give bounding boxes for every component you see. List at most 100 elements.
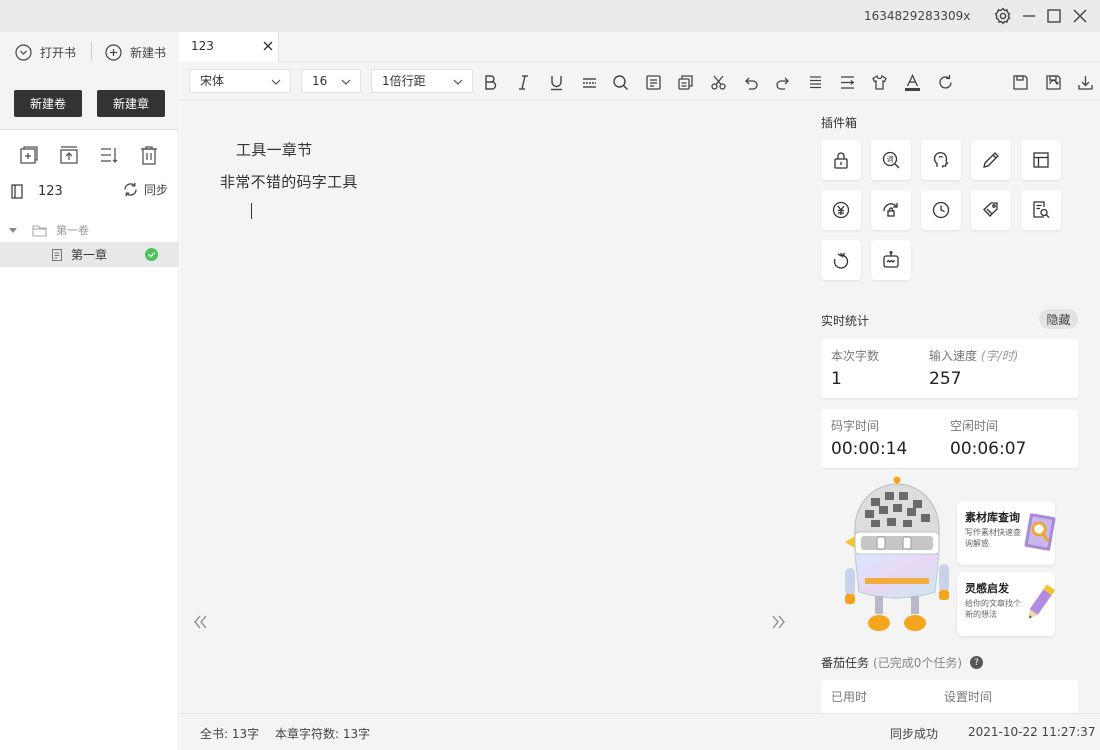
- lock-refresh-icon[interactable]: [871, 190, 911, 230]
- chapter-label: 第一章: [71, 248, 108, 262]
- clock-icon[interactable]: [921, 190, 961, 230]
- font-size-value: 16: [312, 74, 328, 88]
- material-query-card[interactable]: 素材库查询 写作素材快速查询解惑: [957, 501, 1056, 565]
- save-as-icon[interactable]: [1045, 74, 1062, 91]
- chevrons-right-icon[interactable]: [771, 614, 787, 630]
- speed-value: 257: [929, 369, 962, 389]
- typing-time-value: 00:00:14: [831, 439, 908, 459]
- undo-icon[interactable]: [742, 74, 759, 91]
- close-icon[interactable]: [1070, 6, 1090, 26]
- pencil-icon[interactable]: [971, 140, 1011, 180]
- line-spacing-select[interactable]: 1倍行距: [371, 69, 473, 93]
- speed-label: 输入速度 (字/时): [929, 349, 1019, 363]
- inspiration-title: 灵感启发: [965, 582, 1009, 595]
- sidebar: 打开书 新建书 新建卷 新建章 123 同步 第一卷 第一章: [0, 32, 179, 750]
- theme-icon[interactable]: [871, 74, 888, 91]
- folder-icon: [32, 224, 47, 237]
- gear-icon[interactable]: [993, 6, 1013, 26]
- account-id[interactable]: 1634829283309x: [864, 9, 970, 23]
- refresh-icon[interactable]: [937, 74, 954, 91]
- chevrons-left-icon[interactable]: [192, 614, 208, 630]
- line-spacing-value: 1倍行距: [382, 74, 426, 88]
- new-volume-button[interactable]: 新建卷: [14, 90, 82, 117]
- add-chapter-icon[interactable]: [18, 144, 40, 166]
- title-bar: 1634829283309x: [0, 0, 1100, 32]
- tab-123[interactable]: 123: [180, 32, 279, 62]
- italic-icon[interactable]: [515, 74, 532, 91]
- tree-chapter[interactable]: 第一章: [0, 242, 179, 267]
- align-icon[interactable]: [807, 74, 824, 91]
- book-row[interactable]: 123 同步: [0, 180, 179, 204]
- open-book-button[interactable]: 打开书: [15, 43, 76, 61]
- format-icon[interactable]: [645, 74, 662, 91]
- copy-icon[interactable]: [677, 74, 694, 91]
- tab-bar: 123: [180, 32, 1100, 62]
- set-time-label: 设置时间: [944, 690, 993, 704]
- sort-icon[interactable]: [98, 144, 120, 166]
- indent-icon[interactable]: [839, 74, 856, 91]
- word-search-icon[interactable]: 词: [871, 140, 911, 180]
- inspiration-card[interactable]: 灵感启发 给你的文章找个新的想法: [957, 572, 1055, 636]
- chapter-char-count: 本章字符数: 13字: [275, 727, 371, 741]
- doc-search-icon[interactable]: [1021, 190, 1061, 230]
- tab-label: 123: [191, 39, 214, 53]
- lock-icon[interactable]: [821, 140, 861, 180]
- material-query-desc: 写作素材快速查询解惑: [965, 528, 1021, 548]
- tomato-icon[interactable]: [821, 240, 861, 280]
- document-icon: [52, 248, 62, 261]
- font-color-icon[interactable]: [904, 74, 921, 91]
- status-bar: 全书: 13字 本章字符数: 13字 同步成功 2021-10-22 11:27…: [180, 713, 1100, 750]
- sync-button[interactable]: 同步: [122, 181, 168, 198]
- editor-area[interactable]: 工具一章节 非常不错的码字工具: [180, 102, 801, 713]
- brain-icon[interactable]: [921, 140, 961, 180]
- text-caret: [251, 203, 252, 219]
- plugin-panel: 插件箱 词 实时统计 隐藏 本次字数 1 输入速度 (字/时) 257 码字时间…: [801, 102, 1100, 713]
- idle-time-label: 空闲时间: [950, 419, 999, 433]
- plugins-title: 插件箱: [821, 116, 858, 130]
- chevron-down-icon: [341, 79, 351, 85]
- session-words-label: 本次字数: [831, 349, 880, 363]
- maximize-icon[interactable]: [1044, 6, 1064, 26]
- table-icon[interactable]: [1021, 140, 1061, 180]
- new-chapter-button[interactable]: 新建章: [97, 90, 165, 117]
- save-icon[interactable]: [1012, 74, 1029, 91]
- chevron-down-icon: [453, 79, 463, 85]
- search-icon[interactable]: [612, 74, 629, 91]
- plus-circle-icon: [105, 43, 122, 61]
- font-value: 宋体: [200, 74, 225, 88]
- download-icon[interactable]: [1077, 74, 1094, 91]
- used-time-label: 已用时: [831, 690, 868, 704]
- divider: [91, 42, 92, 60]
- check-circle-icon: [145, 248, 158, 261]
- tag-icon[interactable]: [971, 190, 1011, 230]
- redo-icon[interactable]: [775, 74, 792, 91]
- bold-icon[interactable]: [482, 74, 499, 91]
- typing-time-label: 码字时间: [831, 419, 880, 433]
- import-icon[interactable]: [58, 144, 80, 166]
- strikethrough-icon[interactable]: [581, 74, 598, 91]
- yuan-icon[interactable]: [821, 190, 861, 230]
- editor-line[interactable]: 非常不错的码字工具: [220, 171, 358, 192]
- help-icon[interactable]: ?: [970, 656, 984, 669]
- new-book-button[interactable]: 新建书: [105, 43, 166, 61]
- book-search-icon: [1024, 513, 1056, 551]
- session-words-value: 1: [831, 369, 842, 389]
- tomato-task-subtitle: (已完成0个任务): [873, 656, 963, 670]
- robot-icon[interactable]: [871, 240, 911, 280]
- minimize-icon[interactable]: [1019, 6, 1039, 26]
- sync-icon: [124, 182, 137, 197]
- font-size-select[interactable]: 16: [301, 69, 361, 93]
- caret-down-icon[interactable]: [9, 226, 17, 234]
- new-book-label: 新建书: [130, 45, 167, 60]
- tab-close-icon[interactable]: [262, 40, 274, 52]
- idle-time-value: 00:06:07: [950, 439, 1027, 459]
- hide-stats-button[interactable]: 隐藏: [1039, 309, 1078, 329]
- stats-card-time: 码字时间 00:00:14 空闲时间 00:06:07: [821, 409, 1078, 468]
- underline-icon[interactable]: [548, 74, 565, 91]
- font-select[interactable]: 宋体: [189, 69, 291, 93]
- trash-icon[interactable]: [138, 144, 160, 166]
- tree-volume[interactable]: 第一卷: [0, 220, 179, 240]
- book-word-count: 全书: 13字: [200, 727, 260, 741]
- cut-icon[interactable]: [710, 74, 727, 91]
- editor-line[interactable]: 工具一章节: [236, 139, 313, 160]
